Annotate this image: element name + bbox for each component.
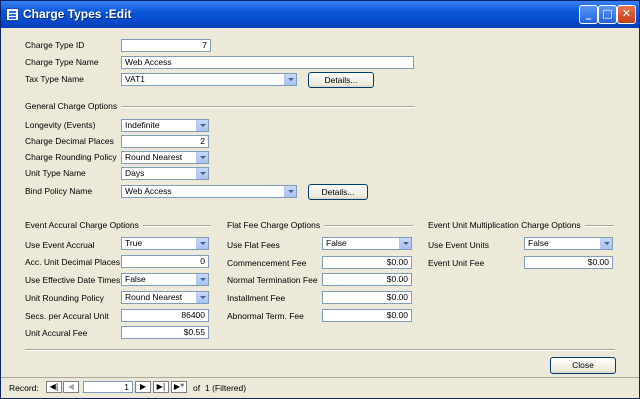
normal-termination-fee-field[interactable]: $0.00 (322, 273, 412, 286)
total-records-label: 1 (Filtered) (205, 383, 247, 393)
footer-rule (25, 349, 615, 351)
abnormal-term-fee-field[interactable]: $0.00 (322, 309, 412, 322)
longevity-label: Longevity (Events) (25, 120, 96, 130)
general-section-title: General Charge Options (25, 101, 122, 111)
tax-type-name-value: VAT1 (125, 74, 145, 84)
unit-accrual-fee-label: Unit Accural Fee (25, 328, 88, 338)
chevron-down-icon[interactable] (284, 74, 296, 85)
unit-accrual-fee-field[interactable]: $0.55 (121, 326, 209, 339)
acc-unit-decimal-places-label: Acc. Unit Decimal Places (25, 257, 120, 267)
longevity-value: Indefinite (125, 120, 160, 130)
use-event-units-label: Use Event Units (428, 240, 489, 250)
close-window-button[interactable]: ✕ (617, 5, 636, 24)
first-record-icon[interactable]: ◀| (46, 381, 62, 393)
charge-type-name-label: Charge Type Name (25, 57, 99, 67)
unit-type-name-label: Unit Type Name (25, 168, 86, 178)
use-event-accrual-label: Use Event Accrual (25, 240, 95, 250)
bind-policy-details-button[interactable]: Details... (308, 184, 368, 200)
charge-rounding-policy-value: Round Nearest (125, 152, 183, 162)
use-effective-date-times-label: Use Effective Date Times (25, 275, 121, 285)
charge-decimal-places-label: Charge Decimal Places (25, 136, 114, 146)
chevron-down-icon[interactable] (196, 152, 208, 163)
charge-rounding-policy-select[interactable]: Round Nearest (121, 151, 209, 164)
installment-fee-label: Installment Fee (227, 293, 286, 303)
use-effective-date-times-select[interactable]: False (121, 273, 209, 286)
previous-record-icon[interactable]: ◀ (63, 381, 79, 393)
charge-type-id-field[interactable]: 7 (121, 39, 211, 52)
next-record-icon[interactable]: ▶ (135, 381, 151, 393)
use-flat-fees-label: Use Flat Fees (227, 240, 280, 250)
secs-per-accrual-unit-label: Secs. per Accural Unit (25, 311, 109, 321)
event-unit-section-title: Event Unit Multiplication Charge Options (428, 220, 585, 230)
of-label: of (193, 383, 201, 393)
new-record-icon[interactable]: ▶* (171, 381, 187, 393)
form-icon (6, 8, 19, 21)
maximize-button[interactable]: □ (598, 5, 617, 24)
title-bar[interactable]: Charge Types :Edit _ □ ✕ (1, 1, 639, 28)
abnormal-term-fee-label: Abnormal Term. Fee (227, 311, 304, 321)
installment-fee-field[interactable]: $0.00 (322, 291, 412, 304)
bind-policy-name-label: Bind Policy Name (25, 186, 93, 196)
use-effective-date-times-value: False (125, 274, 146, 284)
event-accrual-section-title: Event Accural Charge Options (25, 220, 143, 230)
tax-type-name-label: Tax Type Name (25, 74, 84, 84)
unit-rounding-policy-value: Round Nearest (125, 292, 183, 302)
bind-policy-name-value: Web Access (125, 186, 172, 196)
chevron-down-icon[interactable] (196, 292, 208, 303)
use-event-units-select[interactable]: False (524, 237, 613, 250)
last-record-icon[interactable]: ▶| (153, 381, 169, 393)
window-title: Charge Types :Edit (23, 7, 132, 21)
flat-fee-section-title: Flat Fee Charge Options (227, 220, 325, 230)
event-unit-fee-field[interactable]: $0.00 (524, 256, 613, 269)
chevron-down-icon[interactable] (399, 238, 411, 249)
chevron-down-icon[interactable] (196, 168, 208, 179)
chevron-down-icon[interactable] (284, 186, 296, 197)
charge-decimal-places-field[interactable]: 2 (121, 135, 209, 148)
use-event-units-value: False (528, 238, 549, 248)
bind-policy-name-select[interactable]: Web Access (121, 185, 297, 198)
chevron-down-icon[interactable] (600, 238, 612, 249)
close-button[interactable]: Close (550, 357, 616, 374)
longevity-select[interactable]: Indefinite (121, 119, 209, 132)
record-navigation-bar: Record: ◀| ◀ 1 ▶ ▶| ▶* of 1 (Filtered) (1, 377, 639, 398)
use-event-accrual-select[interactable]: True (121, 237, 209, 250)
chevron-down-icon[interactable] (196, 274, 208, 285)
unit-rounding-policy-select[interactable]: Round Nearest (121, 291, 209, 304)
minimize-button[interactable]: _ (579, 5, 598, 24)
commencement-fee-field[interactable]: $0.00 (322, 256, 412, 269)
acc-unit-decimal-places-field[interactable]: 0 (121, 255, 209, 268)
charge-types-window: Charge Types :Edit _ □ ✕ Charge Type ID … (0, 0, 640, 399)
charge-type-name-field[interactable]: Web Access (121, 56, 414, 69)
chevron-down-icon[interactable] (196, 120, 208, 131)
tax-type-details-button[interactable]: Details... (308, 72, 374, 88)
chevron-down-icon[interactable] (196, 238, 208, 249)
normal-termination-fee-label: Normal Termination Fee (227, 275, 318, 285)
current-record-field[interactable]: 1 (83, 381, 133, 393)
use-flat-fees-value: False (326, 238, 347, 248)
use-event-accrual-value: True (125, 238, 143, 248)
use-flat-fees-select[interactable]: False (322, 237, 412, 250)
charge-type-id-label: Charge Type ID (25, 40, 85, 50)
tax-type-name-select[interactable]: VAT1 (121, 73, 297, 86)
unit-type-name-value: Days (125, 168, 145, 178)
commencement-fee-label: Commencement Fee (227, 258, 307, 268)
record-label: Record: (9, 383, 39, 393)
charge-rounding-policy-label: Charge Rounding Policy (25, 152, 117, 162)
event-unit-fee-label: Event Unit Fee (428, 258, 485, 268)
unit-rounding-policy-label: Unit Rounding Policy (25, 293, 104, 303)
unit-type-name-select[interactable]: Days (121, 167, 209, 180)
secs-per-accrual-unit-field[interactable]: 86400 (121, 309, 209, 322)
